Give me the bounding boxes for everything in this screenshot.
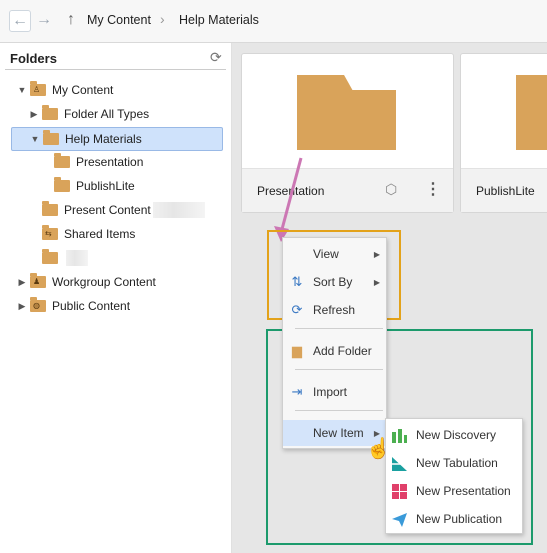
menu-item-label: Sort By	[313, 275, 353, 289]
tabulation-icon	[392, 456, 407, 471]
submenu-item-label: New Tabulation	[416, 456, 498, 470]
menu-item-import[interactable]: ⇥ Import	[283, 379, 386, 405]
discovery-icon	[392, 428, 407, 443]
menu-separator	[295, 369, 383, 370]
submenu-arrow-icon: ▶	[373, 249, 380, 259]
submenu-item-new-publication[interactable]: New Publication	[386, 505, 522, 533]
menu-separator	[295, 328, 383, 329]
new-item-submenu: New Discovery New Tabulation New Present…	[385, 418, 523, 534]
menu-item-add-folder[interactable]: ▆ Add Folder	[283, 338, 386, 364]
submenu-item-new-discovery[interactable]: New Discovery	[386, 421, 522, 449]
menu-item-label: Refresh	[313, 303, 356, 317]
submenu-item-new-tabulation[interactable]: New Tabulation	[386, 449, 522, 477]
menu-separator	[295, 410, 383, 411]
menu-item-label: Import	[313, 385, 348, 399]
paper-plane-icon	[392, 512, 407, 527]
presentation-icon	[392, 483, 407, 499]
menu-item-label: View	[313, 247, 339, 261]
import-icon: ⇥	[291, 384, 303, 399]
submenu-item-label: New Publication	[416, 512, 503, 526]
menu-item-refresh[interactable]: ⟳ Refresh	[283, 297, 386, 323]
menu-item-label: New Item	[313, 426, 364, 440]
menu-item-label: Add Folder	[313, 344, 372, 358]
menu-item-view[interactable]: View ▶	[283, 241, 386, 267]
submenu-arrow-icon: ▶	[373, 277, 380, 287]
submenu-item-new-presentation[interactable]: New Presentation	[386, 477, 522, 505]
context-menu: View ▶ ⇅ Sort By ▶ ⟳ Refresh ▆ Add Folde…	[282, 237, 387, 449]
add-folder-icon: ▆	[292, 343, 302, 358]
sort-icon: ⇅	[291, 274, 303, 289]
submenu-item-label: New Discovery	[416, 428, 497, 442]
menu-item-sort-by[interactable]: ⇅ Sort By ▶	[283, 269, 386, 295]
refresh-icon: ⟳	[291, 302, 303, 317]
submenu-item-label: New Presentation	[416, 484, 511, 498]
